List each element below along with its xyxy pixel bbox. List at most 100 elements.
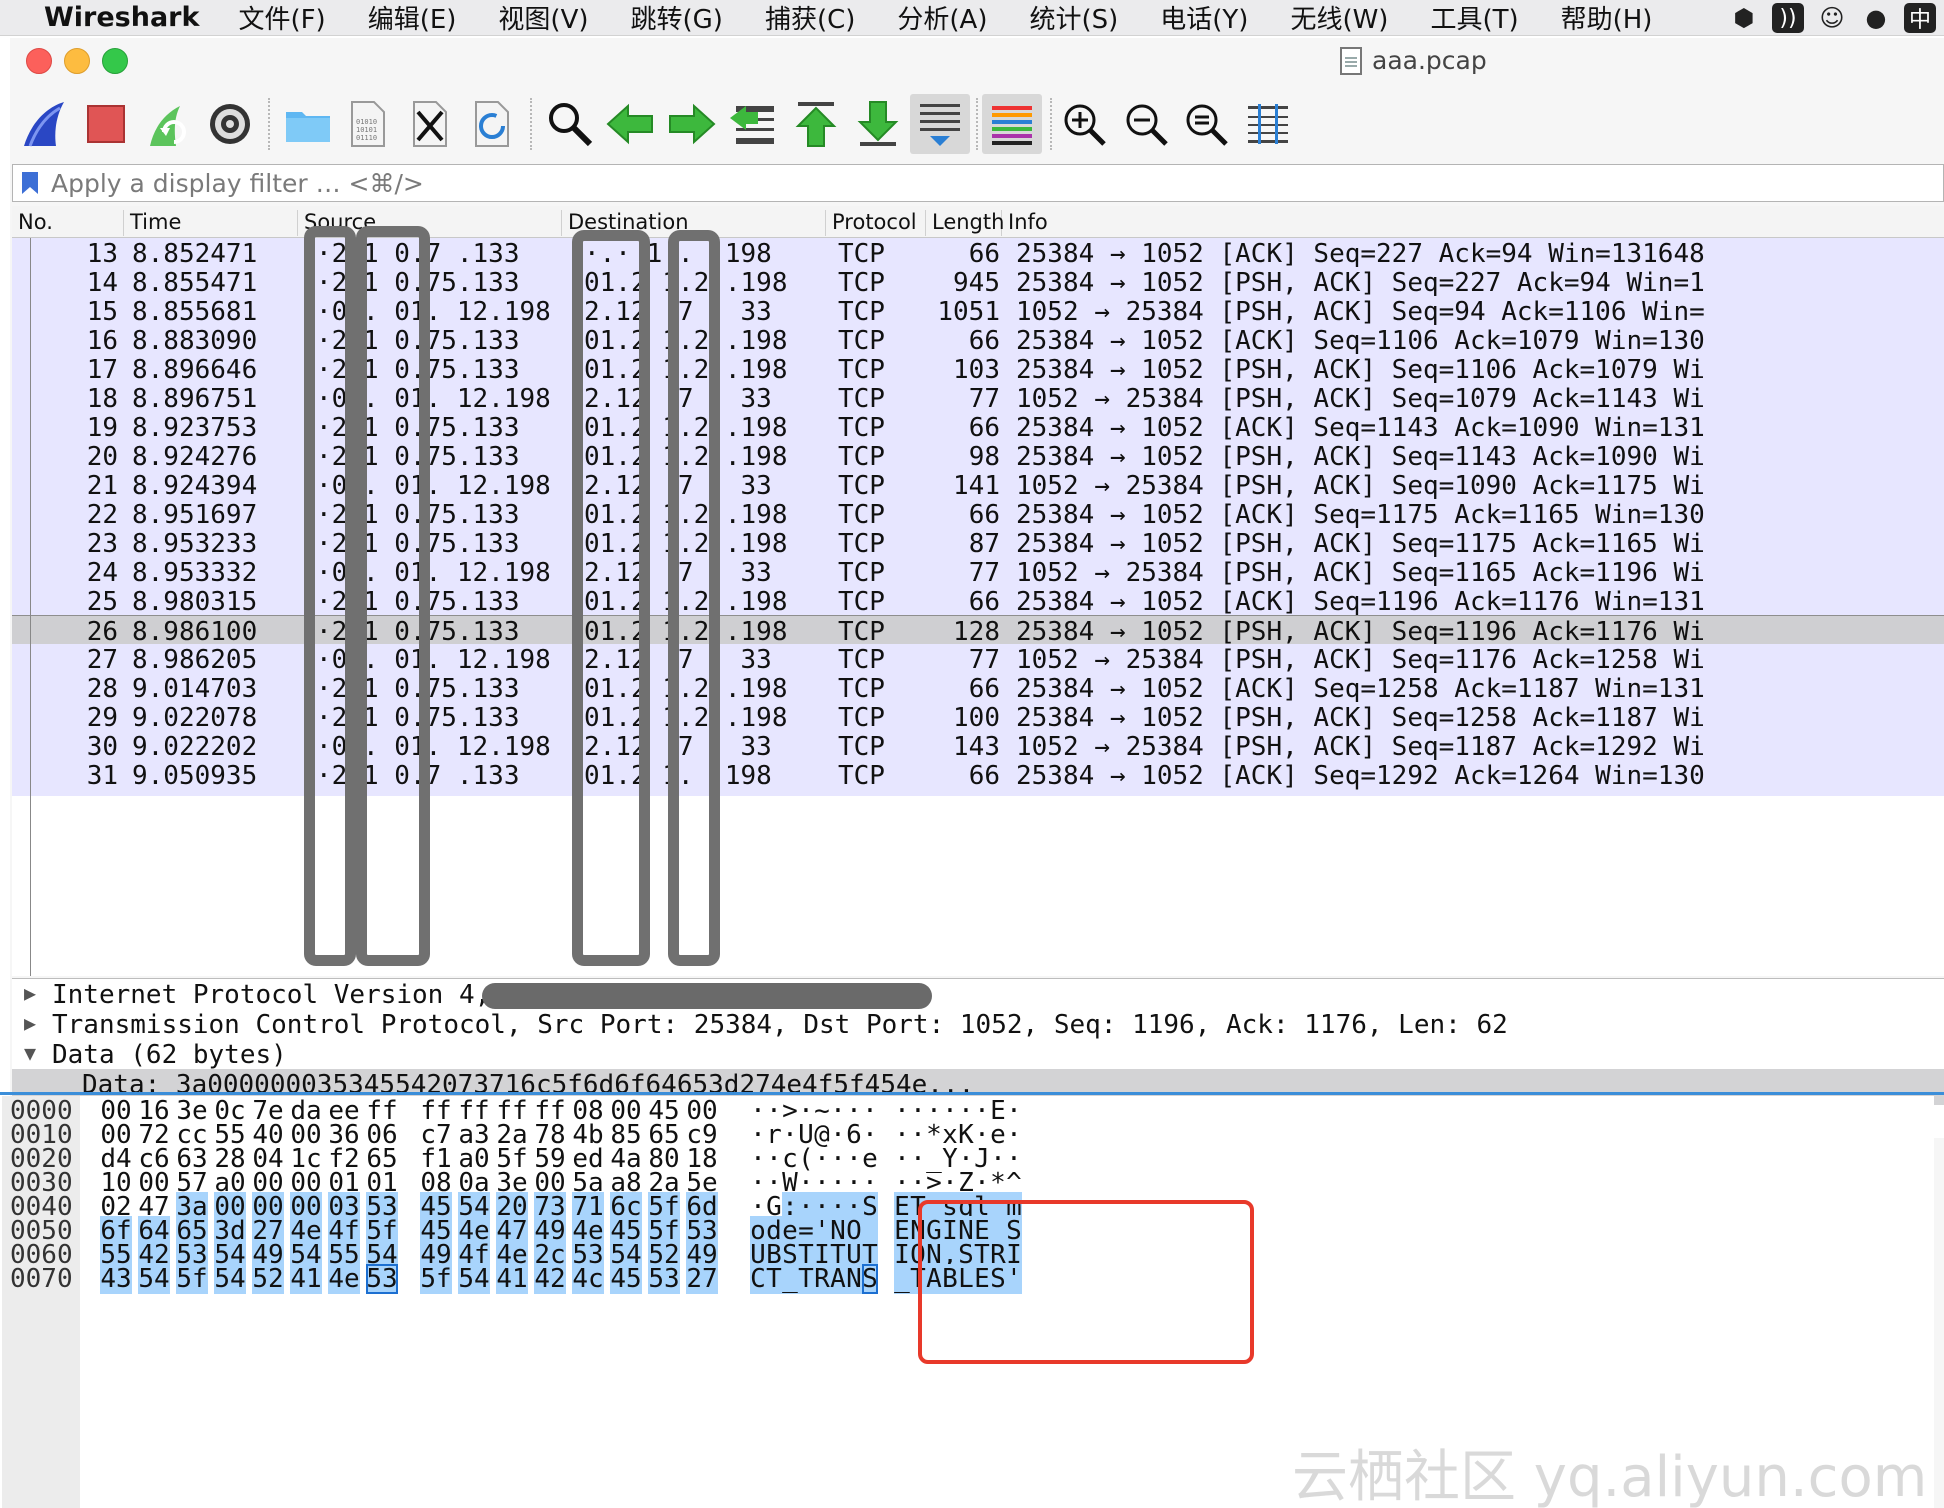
- hex-byte[interactable]: 43: [100, 1264, 132, 1294]
- last-icon[interactable]: [848, 94, 908, 154]
- smiley-icon[interactable]: ☺: [1816, 3, 1848, 33]
- arrow-right-icon[interactable]: [662, 94, 722, 154]
- cell-no: 16: [86, 326, 118, 356]
- ascii-char[interactable]: _: [894, 1264, 910, 1294]
- resize-columns-icon[interactable]: [1238, 94, 1298, 154]
- hex-byte[interactable]: 4e: [328, 1264, 360, 1294]
- hex-byte[interactable]: 41: [496, 1264, 528, 1294]
- packet-row[interactable]: 31 9.050935·2 1 0.7 .133 01.2 1. .198 TCP 66…: [12, 760, 1944, 796]
- cell-proto: TCP: [838, 442, 885, 472]
- cell-no: 13: [86, 239, 118, 269]
- hex-byte[interactable]: 53: [648, 1264, 680, 1294]
- cell-len: 141: [953, 471, 1000, 501]
- zoom-window-button[interactable]: [102, 48, 128, 74]
- redaction-box: [572, 230, 650, 966]
- expand-arrow-icon[interactable]: ▶: [24, 1011, 36, 1035]
- pane-divider[interactable]: [0, 1092, 1944, 1095]
- ascii-char[interactable]: T: [766, 1264, 782, 1294]
- cell-len: 66: [968, 761, 1000, 791]
- cell-no: 18: [86, 384, 118, 414]
- hex-byte[interactable]: 41: [290, 1264, 322, 1294]
- menu-analyze[interactable]: 分析(A): [897, 0, 987, 36]
- display-filter-bar: [12, 164, 1944, 202]
- cell-time: 8.852471: [132, 239, 258, 269]
- menu-statistics[interactable]: 统计(S): [1029, 0, 1118, 36]
- hex-byte[interactable]: 4c: [572, 1264, 604, 1294]
- gear-icon[interactable]: [200, 94, 260, 154]
- menu-tools[interactable]: 工具(T): [1430, 0, 1518, 36]
- collapse-arrow-icon[interactable]: ▼: [24, 1041, 36, 1065]
- arrow-left-icon[interactable]: [600, 94, 660, 154]
- ascii-char[interactable]: R: [814, 1264, 830, 1294]
- close-file-icon[interactable]: [400, 94, 460, 154]
- column-header-time[interactable]: Time: [124, 210, 298, 236]
- ascii-char[interactable]: S: [862, 1264, 878, 1294]
- colorize-icon[interactable]: [982, 94, 1042, 154]
- expand-arrow-icon[interactable]: ▶: [24, 981, 36, 1005]
- cell-time: 8.953332: [132, 558, 258, 588]
- hex-byte[interactable]: 53: [366, 1264, 398, 1294]
- ascii-char[interactable]: A: [830, 1264, 846, 1294]
- restart-icon[interactable]: [138, 94, 198, 154]
- close-window-button[interactable]: [26, 48, 52, 74]
- hex-byte[interactable]: 27: [686, 1264, 718, 1294]
- input-method-icon[interactable]: 中: [1904, 3, 1936, 33]
- menu-telephony[interactable]: 电话(Y): [1160, 0, 1248, 36]
- cell-no: 29: [86, 703, 118, 733]
- display-filter-input[interactable]: [51, 168, 1851, 198]
- autoscroll-icon[interactable]: [910, 94, 970, 154]
- menu-wireless[interactable]: 无线(W): [1290, 0, 1388, 36]
- cell-no: 15: [86, 297, 118, 327]
- ascii-char[interactable]: T: [798, 1264, 814, 1294]
- bookmark-icon[interactable]: [19, 170, 41, 196]
- cell-info: 25384 → 1052 [PSH, ACK] Seq=1175 Ack=116…: [1016, 529, 1705, 559]
- hex-byte[interactable]: 54: [458, 1264, 490, 1294]
- cell-proto: TCP: [838, 558, 885, 588]
- cell-no: 24: [86, 558, 118, 588]
- minimize-window-button[interactable]: [64, 48, 90, 74]
- microphone-icon[interactable]: ●: [1860, 3, 1892, 33]
- shark-fin-icon[interactable]: [16, 94, 76, 154]
- hex-byte[interactable]: 54: [214, 1264, 246, 1294]
- ascii-char[interactable]: _: [782, 1264, 798, 1294]
- search-icon[interactable]: [540, 94, 600, 154]
- menu-edit[interactable]: 编辑(E): [368, 0, 457, 36]
- hex-byte[interactable]: 42: [534, 1264, 566, 1294]
- file-icon[interactable]: 01010 10101 01110: [338, 94, 398, 154]
- menu-capture[interactable]: 捕获(C): [765, 0, 855, 36]
- cell-info: 1052 → 25384 [PSH, ACK] Seq=1079 Ack=114…: [1016, 384, 1705, 414]
- column-header-protocol[interactable]: Protocol: [826, 210, 926, 236]
- menu-go[interactable]: 跳转(G): [631, 0, 723, 36]
- folder-icon[interactable]: [278, 94, 338, 154]
- ascii-char[interactable]: C: [750, 1264, 766, 1294]
- zoom-in-icon[interactable]: [1054, 94, 1114, 154]
- app-menu[interactable]: Wireshark: [44, 2, 199, 33]
- column-header-length[interactable]: Length: [926, 210, 1004, 236]
- cell-no: 28: [86, 674, 118, 704]
- cell-len: 1051: [937, 297, 1000, 327]
- hex-byte[interactable]: 5f: [176, 1264, 208, 1294]
- menu-help[interactable]: 帮助(H): [1561, 0, 1653, 36]
- wave-icon[interactable]: )): [1772, 3, 1804, 33]
- hexagon-icon[interactable]: ⬢: [1728, 3, 1760, 33]
- reload-file-icon[interactable]: [462, 94, 522, 154]
- hex-byte[interactable]: 5f: [420, 1264, 452, 1294]
- column-header-no[interactable]: No.: [12, 210, 124, 236]
- menu-file[interactable]: 文件(F): [238, 0, 325, 36]
- stop-icon[interactable]: [76, 94, 136, 154]
- toolbar-separator: [976, 98, 978, 150]
- zoom-out-icon[interactable]: [1116, 94, 1176, 154]
- hex-byte[interactable]: 52: [252, 1264, 284, 1294]
- column-header-info[interactable]: Info: [1002, 210, 1944, 236]
- hex-byte[interactable]: 54: [138, 1264, 170, 1294]
- menu-view[interactable]: 视图(V): [498, 0, 588, 36]
- cell-no: 31: [86, 761, 118, 791]
- zoom-reset-icon[interactable]: [1176, 94, 1236, 154]
- packet-list-header: No. Time Source Destination Protocol Len…: [12, 206, 1944, 238]
- hex-byte[interactable]: 45: [610, 1264, 642, 1294]
- cell-info: 25384 → 1052 [ACK] Seq=1196 Ack=1176 Win…: [1016, 587, 1705, 617]
- ascii-char[interactable]: N: [846, 1264, 862, 1294]
- goto-icon[interactable]: [724, 94, 784, 154]
- cell-len: 77: [968, 384, 1000, 414]
- first-icon[interactable]: [786, 94, 846, 154]
